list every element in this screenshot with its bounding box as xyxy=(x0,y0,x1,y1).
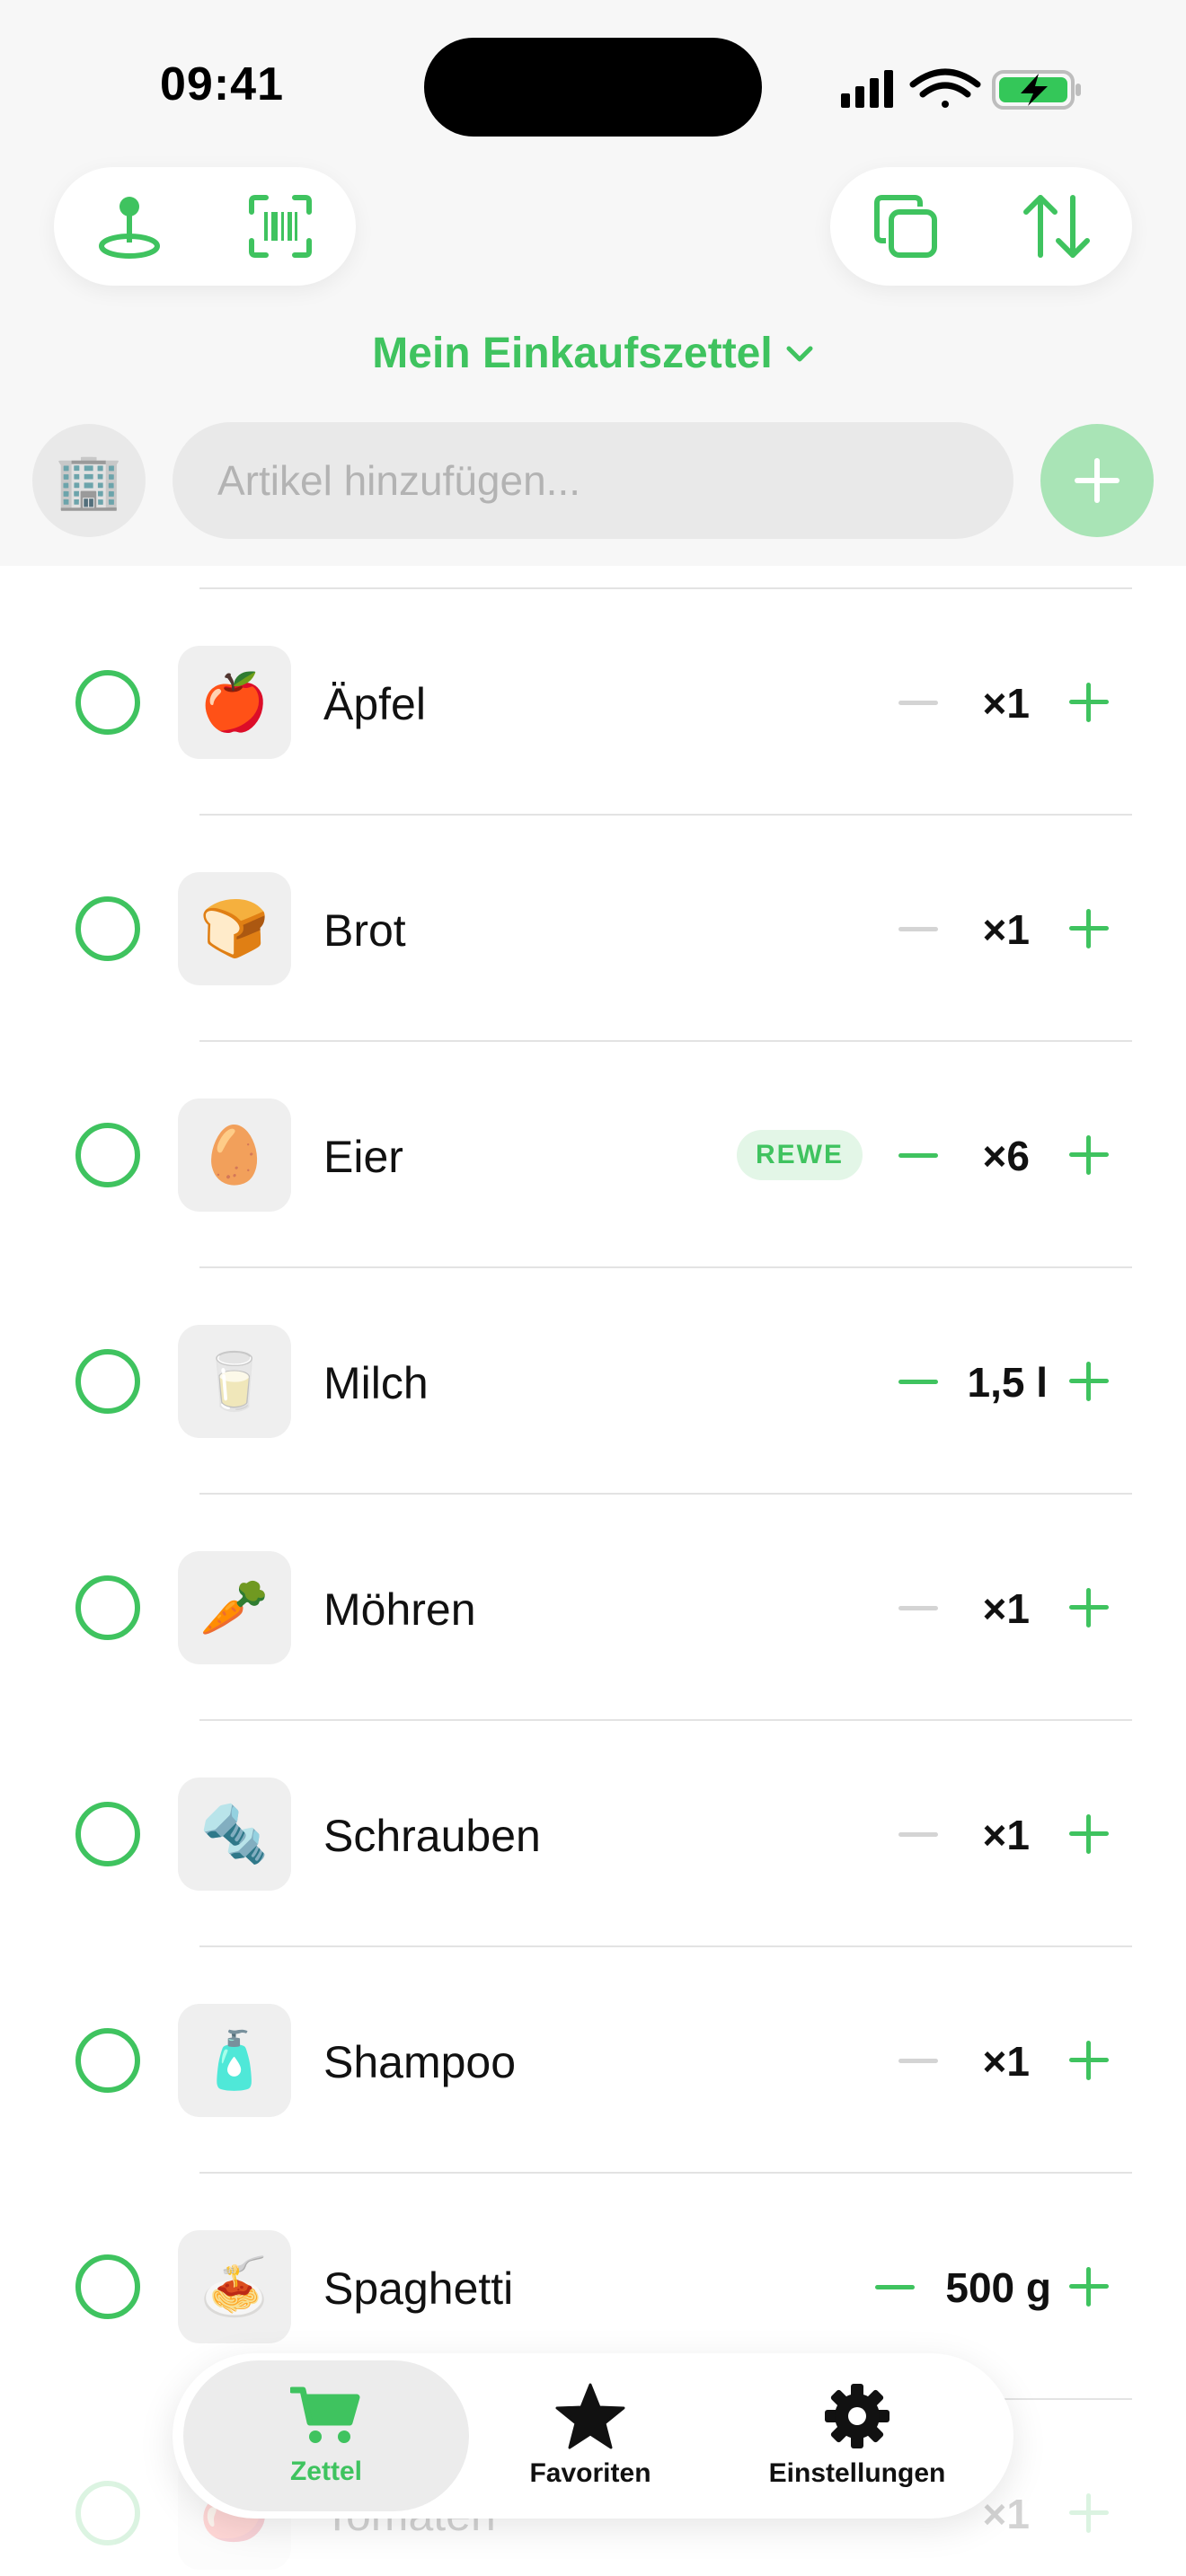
location-button[interactable] xyxy=(54,167,205,286)
sort-button[interactable] xyxy=(981,167,1132,286)
item-name: Milch xyxy=(323,1358,429,1408)
add-item-button[interactable] xyxy=(1040,424,1154,537)
item-name: Äpfel xyxy=(323,679,426,729)
star-icon xyxy=(555,2383,625,2449)
item-quantity: 1,5 l xyxy=(967,1359,1048,1406)
increase-button[interactable] xyxy=(1060,1579,1118,1636)
increase-button[interactable] xyxy=(1060,1805,1118,1863)
increase-button[interactable] xyxy=(1060,1353,1118,1410)
item-icon: 🔩 xyxy=(178,1778,291,1891)
store-button[interactable]: 🏢 xyxy=(32,424,146,537)
store-badge: REWE xyxy=(737,1130,863,1180)
increase-button[interactable] xyxy=(1060,674,1118,731)
item-quantity: ×1 xyxy=(982,906,1030,953)
office-building-icon: 🏢 xyxy=(55,450,123,511)
map-pin-icon xyxy=(99,197,160,259)
wifi-icon xyxy=(909,68,981,108)
gear-icon xyxy=(825,2384,890,2448)
increase-button[interactable] xyxy=(1060,1126,1118,1184)
increase-button[interactable] xyxy=(1060,900,1118,957)
item-quantity: ×1 xyxy=(982,680,1030,727)
list-item: 🔩 Schrauben ×1 xyxy=(0,1721,1186,1947)
tab-einstellungen[interactable]: Einstellungen xyxy=(712,2360,1003,2511)
item-icon: 🍞 xyxy=(178,872,291,985)
item-icon: 🥕 xyxy=(178,1551,291,1664)
status-time: 09:41 xyxy=(160,58,284,110)
item-name: Spaghetti xyxy=(323,2263,514,2314)
item-quantity: ×1 xyxy=(982,2038,1030,2085)
item-checkbox[interactable] xyxy=(75,2254,140,2319)
status-bar: 09:41 xyxy=(0,0,1186,171)
cellular-signal-icon xyxy=(841,70,893,108)
header: 09:41 Mein Einkaufszettel 🏢 Artikel hinz… xyxy=(0,0,1186,566)
tab-zettel[interactable]: Zettel xyxy=(183,2360,469,2511)
list-title: Mein Einkaufszettel xyxy=(372,330,773,377)
item-name: Eier xyxy=(323,1132,403,1182)
item-name: Möhren xyxy=(323,1584,476,1635)
copy-icon xyxy=(874,195,937,258)
right-toolbar xyxy=(830,167,1132,286)
item-checkbox[interactable] xyxy=(75,1575,140,1640)
item-quantity: 500 g xyxy=(945,2264,1051,2311)
tab-label: Zettel xyxy=(289,2457,362,2486)
item-checkbox[interactable] xyxy=(75,670,140,735)
item-icon: 🥛 xyxy=(178,1325,291,1438)
plus-icon xyxy=(1075,458,1120,503)
status-icons xyxy=(841,68,1081,110)
item-checkbox[interactable] xyxy=(75,1802,140,1866)
list-item: 🥛 Milch 1,5 l xyxy=(0,1268,1186,1495)
item-icon: 🍎 xyxy=(178,646,291,759)
tab-favoriten[interactable]: Favoriten xyxy=(469,2360,712,2511)
chevron-down-icon xyxy=(786,346,813,361)
barcode-button[interactable] xyxy=(205,167,356,286)
item-quantity: ×6 xyxy=(982,1133,1030,1179)
cart-icon xyxy=(290,2386,360,2443)
item-checkbox[interactable] xyxy=(75,1349,140,1414)
item-icon: 🍝 xyxy=(178,2230,291,2343)
tab-bar: Zettel Favoriten Einstellungen xyxy=(173,2353,1013,2519)
decrease-button[interactable] xyxy=(866,2258,924,2316)
list-item: 🥕 Möhren ×1 xyxy=(0,1495,1186,1721)
tab-label: Favoriten xyxy=(529,2458,651,2488)
increase-button[interactable] xyxy=(1060,2484,1118,2542)
list-item: 🍞 Brot ×1 xyxy=(0,816,1186,1042)
item-icon: 🧴 xyxy=(178,2004,291,2117)
barcode-scan-icon xyxy=(249,195,312,258)
tab-label: Einstellungen xyxy=(768,2458,946,2488)
item-checkbox[interactable] xyxy=(75,2481,140,2545)
increase-button[interactable] xyxy=(1060,2032,1118,2089)
sort-arrows-icon xyxy=(1023,195,1090,258)
dynamic-island xyxy=(424,38,762,137)
item-checkbox[interactable] xyxy=(75,1123,140,1187)
item-name: Shampoo xyxy=(323,2037,517,2087)
item-quantity: ×1 xyxy=(982,1812,1030,1858)
list-item: 🥚 Eier REWE ×6 xyxy=(0,1042,1186,1268)
item-name: Schrauben xyxy=(323,1811,541,1861)
list-item: 🧴 Shampoo ×1 xyxy=(0,1947,1186,2174)
item-name: Brot xyxy=(323,905,406,956)
add-item-input[interactable] xyxy=(173,422,1013,539)
duplicate-button[interactable] xyxy=(830,167,981,286)
item-checkbox[interactable] xyxy=(75,896,140,961)
left-toolbar xyxy=(54,167,356,286)
increase-button[interactable] xyxy=(1060,2258,1118,2316)
item-quantity: ×1 xyxy=(982,1585,1030,1632)
item-icon: 🥚 xyxy=(178,1098,291,1212)
item-checkbox[interactable] xyxy=(75,2028,140,2093)
battery-charging-icon xyxy=(992,70,1081,110)
list-item: 🍎 Äpfel ×1 xyxy=(0,589,1186,816)
list-selector[interactable]: Mein Einkaufszettel xyxy=(0,329,1186,378)
